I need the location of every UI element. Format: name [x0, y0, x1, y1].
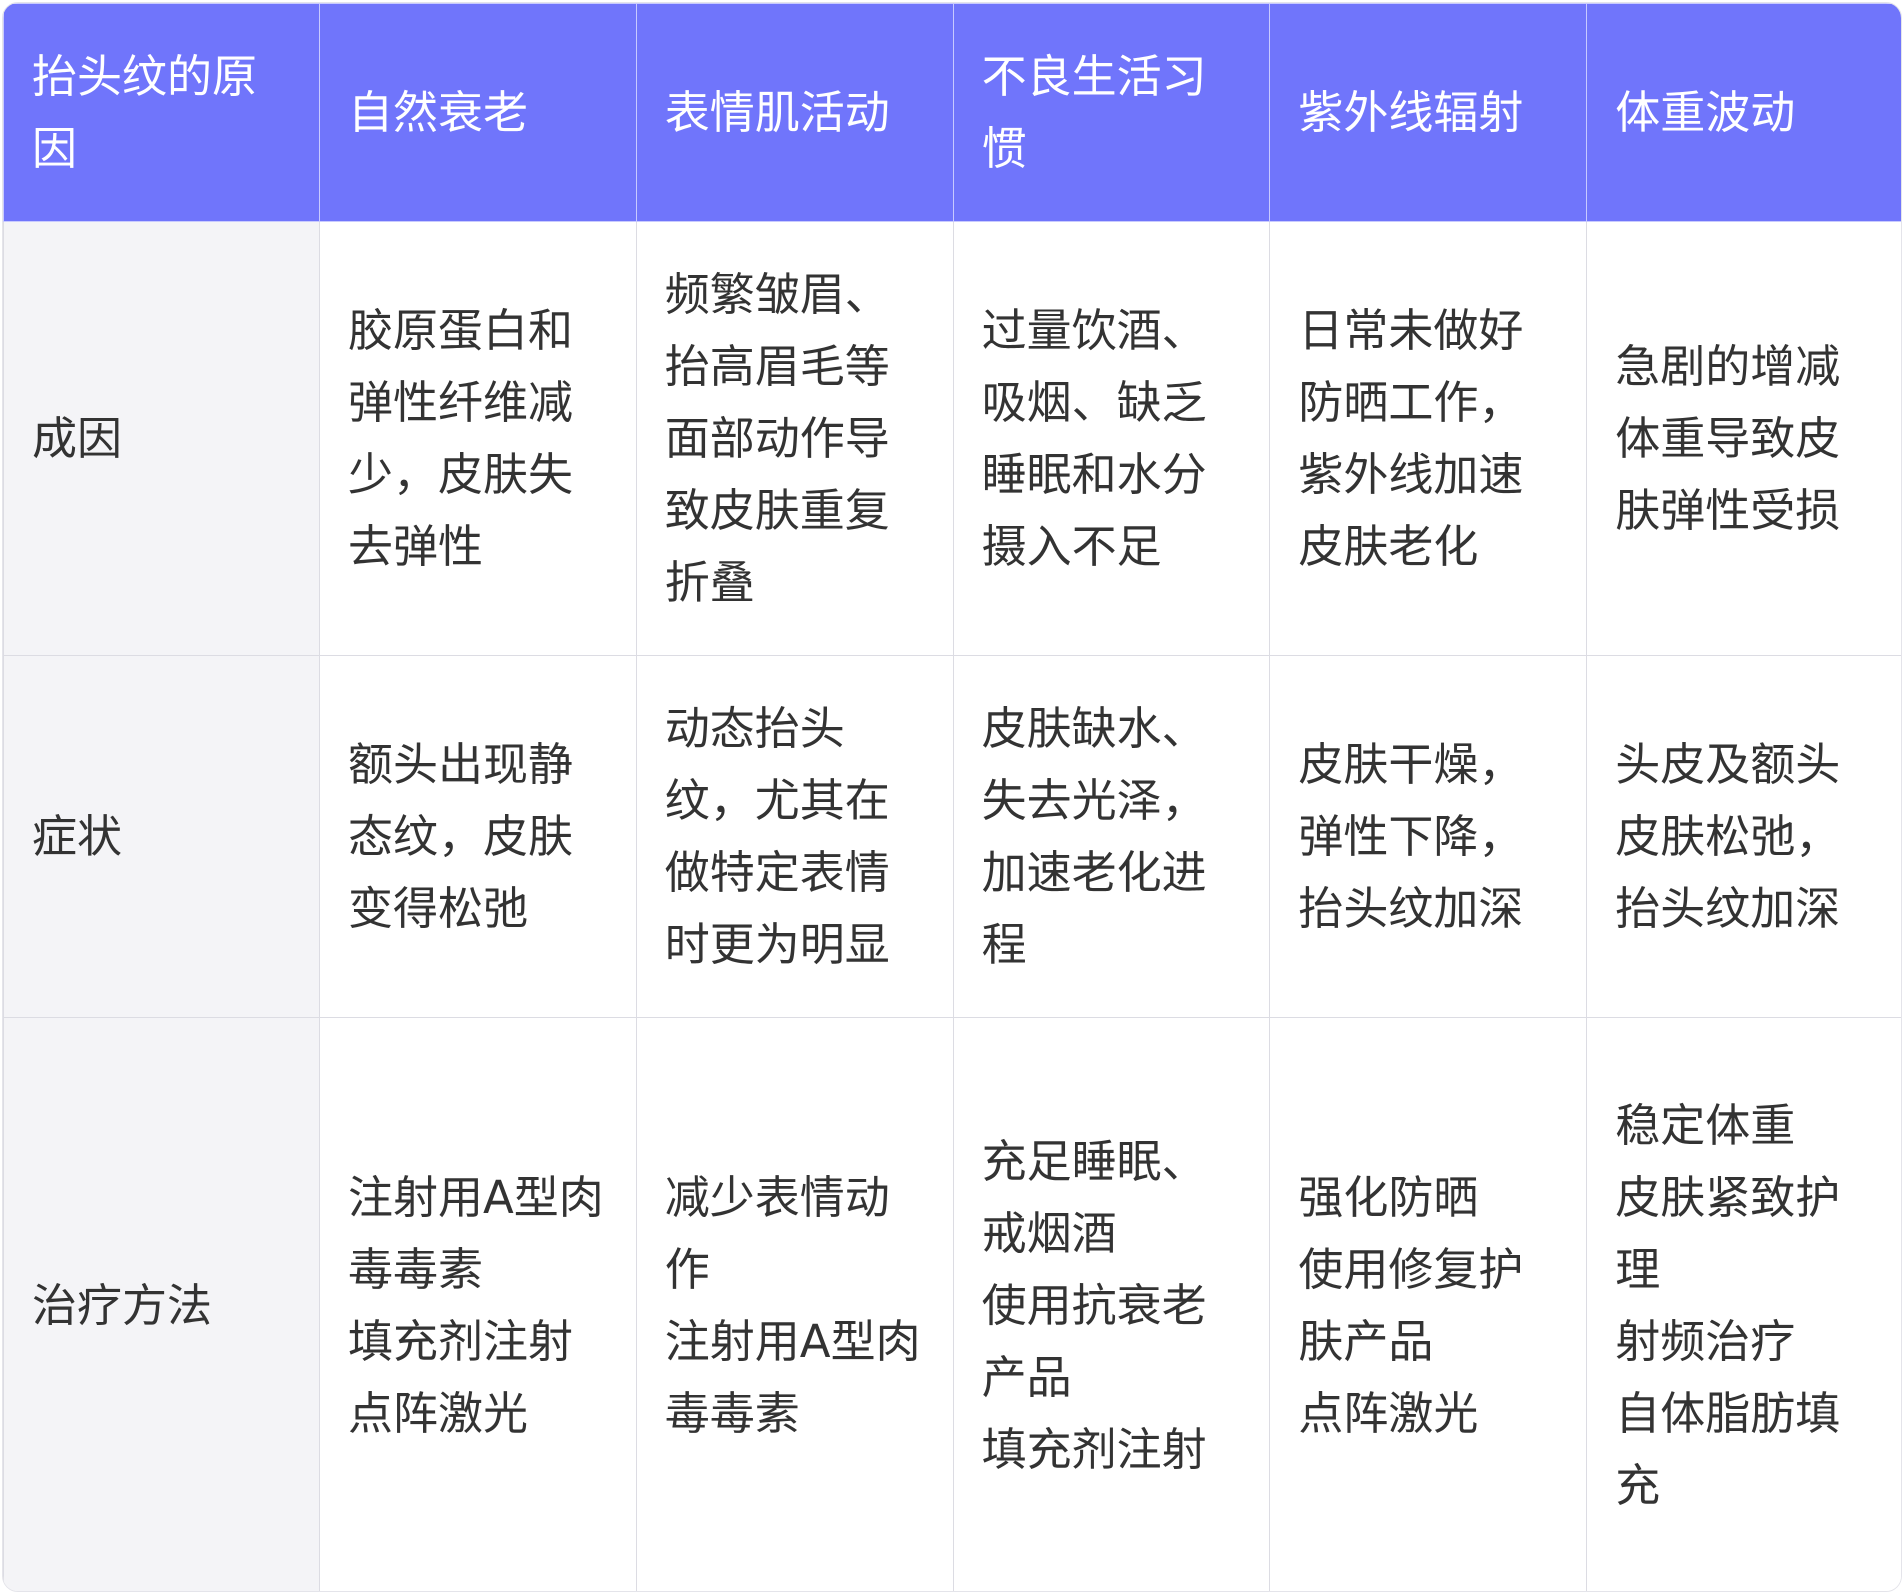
cell-line: 皮肤紧致护理 — [1615, 1170, 1841, 1296]
header-cell-category: 抬头纹的原因 — [3, 3, 320, 222]
cell-line: 急剧的增减体重导致皮肤弹性受损 — [1615, 339, 1841, 537]
cell-line: 点阵激光 — [348, 1386, 529, 1440]
row-label-causes: 成因 — [3, 221, 320, 656]
table-cell: 频繁皱眉、抬高眉毛等面部动作导致皮肤重复折叠 — [635, 221, 954, 656]
table-cell: 充足睡眠、戒烟酒 使用抗衰老产品 填充剂注射 — [952, 1017, 1271, 1591]
cell-line: 注射用A型肉毒毒素 — [664, 1314, 921, 1440]
cell-line: 减少表情动作 — [664, 1170, 890, 1296]
cell-line: 填充剂注射 — [981, 1422, 1207, 1476]
cell-line: 日常未做好防晒工作，紫外线加速皮肤老化 — [1298, 303, 1524, 573]
cell-line: 强化防晒 — [1298, 1170, 1479, 1224]
cell-line: 使用修复护肤产品 — [1298, 1242, 1524, 1368]
cell-line: 皮肤干燥，弹性下降，抬头纹加深 — [1298, 737, 1524, 935]
table-cell: 皮肤干燥，弹性下降，抬头纹加深 — [1269, 655, 1588, 1018]
table-cell: 稳定体重 皮肤紧致护理 射频治疗 自体脂肪填充 — [1586, 1017, 1901, 1591]
header-cell-muscle-activity: 表情肌活动 — [635, 3, 954, 222]
header-cell-natural-aging: 自然衰老 — [319, 3, 637, 222]
comparison-table-container: 抬头纹的原因 自然衰老 表情肌活动 不良生活习惯 紫外线辐射 体重波动 成因 胶… — [2, 2, 1902, 1592]
cell-line: 射频治疗 — [1615, 1314, 1796, 1368]
header-cell-uv-radiation: 紫外线辐射 — [1269, 3, 1588, 222]
table-cell: 过量饮酒、吸烟、缺乏睡眠和水分摄入不足 — [952, 221, 1271, 656]
table-cell: 强化防晒 使用修复护肤产品 点阵激光 — [1269, 1017, 1588, 1591]
table-row-causes: 成因 胶原蛋白和弹性纤维减少，皮肤失去弹性 频繁皱眉、抬高眉毛等面部动作导致皮肤… — [3, 221, 1901, 656]
cell-line: 头皮及额头皮肤松弛，抬头纹加深 — [1615, 737, 1841, 935]
cell-line: 充足睡眠、戒烟酒 — [981, 1134, 1207, 1260]
cell-line: 额头出现静态纹，皮肤变得松弛 — [348, 737, 574, 935]
header-cell-bad-habits: 不良生活习惯 — [952, 3, 1271, 222]
forehead-wrinkle-causes-table: 抬头纹的原因 自然衰老 表情肌活动 不良生活习惯 紫外线辐射 体重波动 成因 胶… — [3, 3, 1901, 1591]
table-cell: 减少表情动作 注射用A型肉毒毒素 — [635, 1017, 954, 1591]
table-row-treatments: 治疗方法 注射用A型肉毒毒素 填充剂注射 点阵激光 减少表情动作 注射用A型肉毒… — [3, 1017, 1901, 1591]
cell-line: 使用抗衰老产品 — [981, 1278, 1207, 1404]
cell-line: 动态抬头纹，尤其在做特定表情时更为明显 — [664, 701, 890, 971]
row-label-treatments: 治疗方法 — [3, 1017, 320, 1591]
header-cell-weight-fluctuation: 体重波动 — [1586, 3, 1901, 222]
cell-line: 自体脂肪填充 — [1615, 1386, 1841, 1512]
table-cell: 日常未做好防晒工作，紫外线加速皮肤老化 — [1269, 221, 1588, 656]
cell-line: 点阵激光 — [1298, 1386, 1479, 1440]
cell-line: 过量饮酒、吸烟、缺乏睡眠和水分摄入不足 — [981, 303, 1207, 573]
cell-line: 填充剂注射 — [348, 1314, 574, 1368]
cell-line: 注射用A型肉毒毒素 — [348, 1170, 604, 1296]
cell-line: 胶原蛋白和弹性纤维减少，皮肤失去弹性 — [348, 303, 574, 573]
table-cell: 急剧的增减体重导致皮肤弹性受损 — [1586, 221, 1901, 656]
table-cell: 动态抬头纹，尤其在做特定表情时更为明显 — [635, 655, 954, 1018]
table-cell: 头皮及额头皮肤松弛，抬头纹加深 — [1586, 655, 1901, 1018]
table-row-symptoms: 症状 额头出现静态纹，皮肤变得松弛 动态抬头纹，尤其在做特定表情时更为明显 皮肤… — [3, 655, 1901, 1018]
cell-line: 皮肤缺水、失去光泽，加速老化进程 — [981, 701, 1207, 971]
table-header-row: 抬头纹的原因 自然衰老 表情肌活动 不良生活习惯 紫外线辐射 体重波动 — [3, 3, 1901, 222]
table-cell: 额头出现静态纹，皮肤变得松弛 — [319, 655, 637, 1018]
table-cell: 胶原蛋白和弹性纤维减少，皮肤失去弹性 — [319, 221, 637, 656]
cell-line: 频繁皱眉、抬高眉毛等面部动作导致皮肤重复折叠 — [664, 267, 890, 609]
table-cell: 注射用A型肉毒毒素 填充剂注射 点阵激光 — [319, 1017, 637, 1591]
cell-line: 稳定体重 — [1615, 1098, 1796, 1152]
row-label-symptoms: 症状 — [3, 655, 320, 1018]
table-cell: 皮肤缺水、失去光泽，加速老化进程 — [952, 655, 1271, 1018]
